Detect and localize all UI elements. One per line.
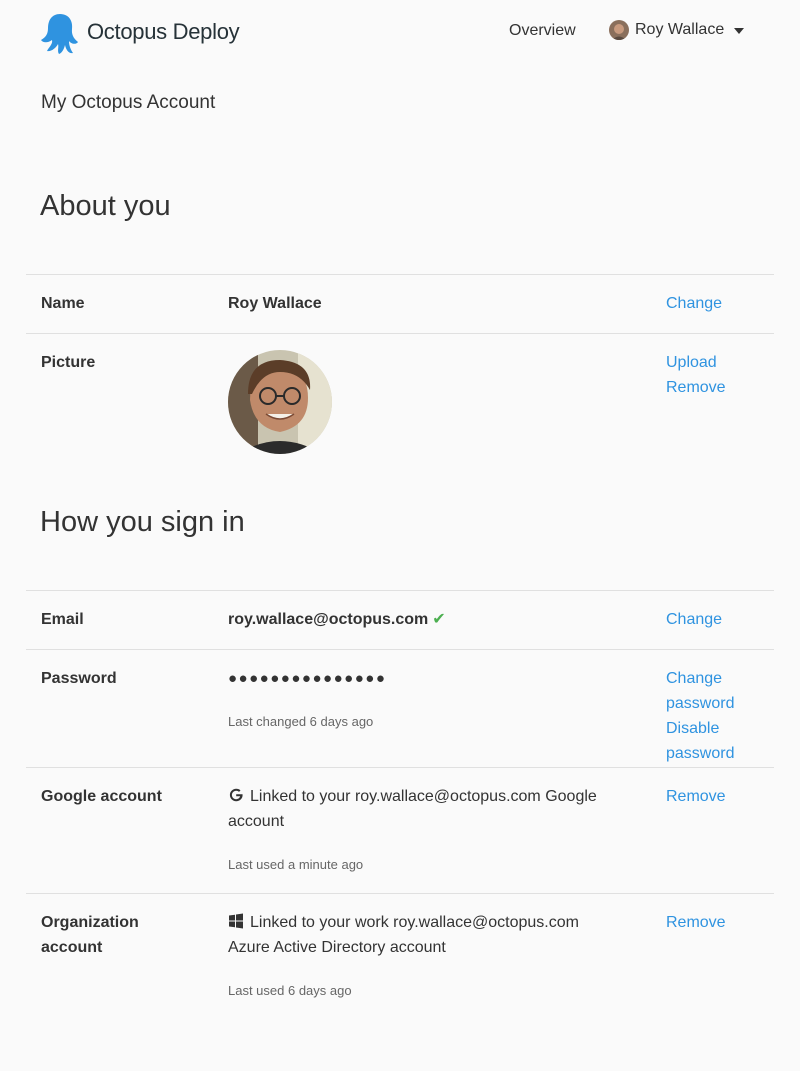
remove-picture-link[interactable]: Remove (666, 375, 726, 400)
password-label: Password (41, 670, 117, 687)
about-section-title: About you (40, 190, 171, 222)
divider (26, 590, 774, 591)
disable-password-link-line2[interactable]: password (666, 741, 734, 766)
organization-account-label-line2: account (41, 939, 103, 956)
picture-label: Picture (41, 354, 96, 371)
organization-account-label-line1: Organization (41, 914, 139, 931)
change-password-link[interactable]: Change password (666, 666, 734, 716)
user-avatar (609, 20, 629, 40)
profile-picture (228, 350, 332, 454)
user-menu[interactable]: Roy Wallace (609, 20, 745, 40)
disable-password-link[interactable]: Disable password (666, 716, 734, 766)
user-name: Roy Wallace (635, 21, 725, 38)
name-value: Roy Wallace (228, 295, 322, 312)
caret-down-icon (734, 28, 745, 34)
email-value-row: roy.wallace@octopus.com ✔ (228, 607, 446, 632)
org-linked-text-line1: Linked to your work roy.wallace@octopus.… (250, 914, 579, 931)
remove-google-link[interactable]: Remove (666, 784, 726, 809)
remove-org-link[interactable]: Remove (666, 910, 726, 935)
google-last-used: Last used a minute ago (228, 857, 364, 872)
organization-account-label: Organization account (41, 910, 139, 960)
google-account-value: Linked to your roy.wallace@octopus.com G… (228, 784, 648, 834)
divider (26, 893, 774, 894)
top-bar: Octopus Deploy Overview Roy Wallace (0, 0, 800, 64)
org-last-used: Last used 6 days ago (228, 983, 352, 998)
password-last-changed: Last changed 6 days ago (228, 714, 374, 729)
disable-password-link-line1[interactable]: Disable (666, 716, 734, 741)
name-label: Name (41, 295, 85, 312)
divider (26, 767, 774, 768)
google-icon (229, 788, 243, 802)
password-value: ●●●●●●●●●●●●●●● (228, 670, 387, 687)
check-icon: ✔ (432, 611, 446, 628)
org-linked-text-line2: Azure Active Directory account (228, 939, 446, 956)
change-email-link[interactable]: Change (666, 607, 722, 632)
change-password-link-line2[interactable]: password (666, 691, 734, 716)
windows-icon (229, 913, 243, 929)
change-password-link-line1[interactable]: Change (666, 666, 734, 691)
divider (26, 333, 774, 334)
google-account-label: Google account (41, 788, 162, 805)
divider (26, 274, 774, 275)
email-value: roy.wallace@octopus.com (228, 611, 429, 628)
google-linked-text-line1: Linked to your roy.wallace@octopus.com G… (250, 788, 597, 805)
brand-name[interactable]: Octopus Deploy (87, 19, 240, 45)
octopus-logo-icon[interactable] (40, 12, 80, 54)
organization-account-value: Linked to your work roy.wallace@octopus.… (228, 910, 648, 960)
change-name-link[interactable]: Change (666, 291, 722, 316)
signin-section-title: How you sign in (40, 506, 245, 538)
nav-overview-link[interactable]: Overview (509, 22, 576, 40)
divider (26, 649, 774, 650)
google-linked-text-line2: account (228, 813, 285, 830)
page-title: My Octopus Account (41, 92, 216, 113)
upload-picture-link[interactable]: Upload (666, 350, 717, 375)
email-label: Email (41, 611, 84, 628)
